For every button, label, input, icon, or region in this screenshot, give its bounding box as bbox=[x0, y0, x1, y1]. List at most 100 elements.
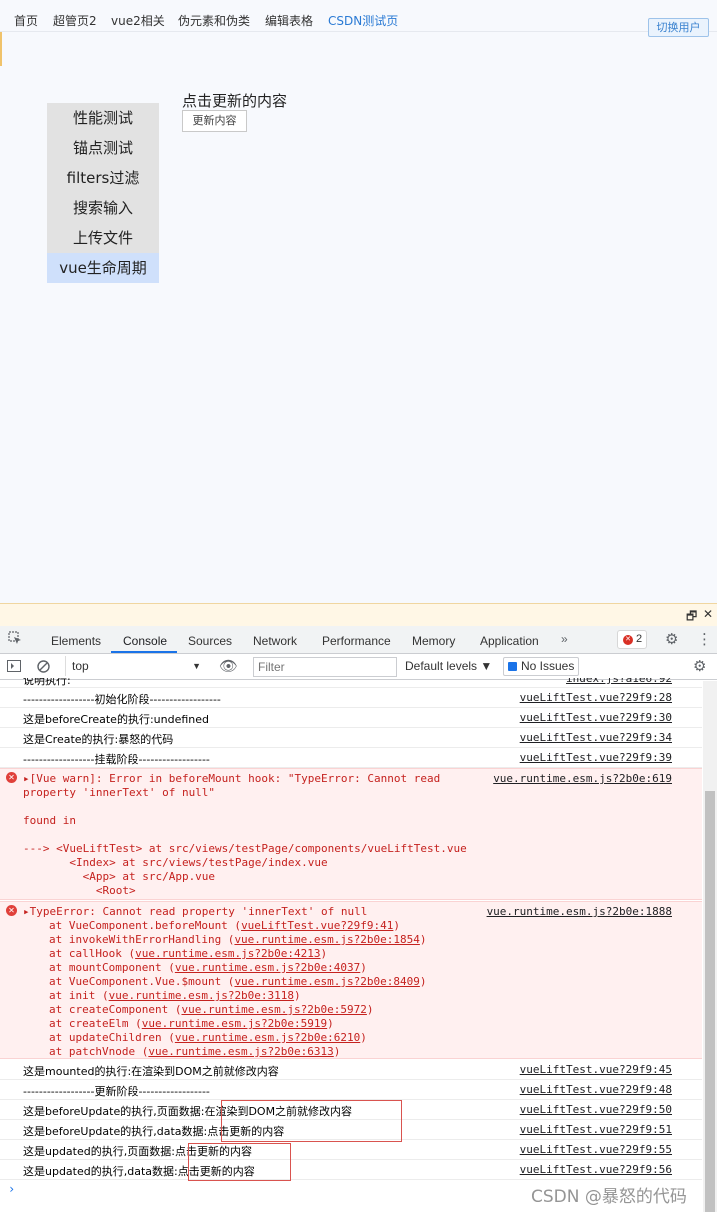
console-source-link[interactable]: vueLiftTest.vue?29f9:56 bbox=[520, 1163, 672, 1176]
console-source-link[interactable]: vueLiftTest.vue?29f9:45 bbox=[520, 1063, 672, 1076]
error-head[interactable]: ▸TypeError: Cannot read property 'innerT… bbox=[23, 905, 367, 918]
paren: ( bbox=[121, 947, 136, 960]
left-accent-bar bbox=[0, 32, 2, 66]
switch-user-button[interactable]: 切换用户 bbox=[648, 18, 709, 37]
paren: ) bbox=[327, 1017, 334, 1030]
stack-function: at VueComponent.beforeMount bbox=[49, 919, 228, 932]
error-line: ---> <VueLiftTest> at src/views/testPage… bbox=[23, 842, 467, 855]
issues-label: No Issues bbox=[521, 659, 575, 673]
log-levels-dropdown[interactable]: Default levels ▼ bbox=[405, 659, 492, 673]
stack-location-link[interactable]: vue.runtime.esm.js?2b0e:3118 bbox=[109, 989, 294, 1002]
paren: ) bbox=[320, 947, 328, 960]
console-source-link[interactable]: vueLiftTest.vue?29f9:34 bbox=[520, 731, 672, 744]
menu-item-anchor[interactable]: 锚点测试 bbox=[47, 133, 159, 163]
stack-function: at patchVnode bbox=[49, 1045, 136, 1058]
more-tabs-icon[interactable]: » bbox=[561, 632, 568, 646]
tab-memory[interactable]: Memory bbox=[412, 634, 455, 648]
stack-location-link[interactable]: vue.runtime.esm.js?2b0e:8409 bbox=[234, 975, 419, 988]
paren: ) bbox=[393, 919, 401, 932]
stack-frame: at mountComponent (vue.runtime.esm.js?2b… bbox=[49, 961, 367, 974]
console-source-link[interactable]: vueLiftTest.vue?29f9:28 bbox=[520, 691, 672, 704]
nav-item-csdn-test[interactable]: CSDN测试页 bbox=[328, 12, 398, 29]
console-source-link[interactable]: vueLiftTest.vue?29f9:55 bbox=[520, 1143, 672, 1156]
stack-location-link[interactable]: vue.runtime.esm.js?2b0e:1854 bbox=[234, 933, 419, 946]
menu-item-filters[interactable]: filters过滤 bbox=[47, 163, 159, 193]
stack-function: at createComponent bbox=[49, 1003, 169, 1016]
nav-item-vue2[interactable]: vue2相关 bbox=[111, 12, 165, 29]
issues-button[interactable]: No Issues bbox=[503, 657, 579, 676]
nav-item-edit-table[interactable]: 编辑表格 bbox=[265, 12, 313, 29]
console-source-link[interactable]: vue.runtime.esm.js?2b0e:619 bbox=[493, 772, 672, 785]
paren: ( bbox=[221, 975, 235, 988]
tab-elements[interactable]: Elements bbox=[51, 634, 101, 648]
stack-location-link[interactable]: vue.runtime.esm.js?2b0e:6313 bbox=[148, 1045, 333, 1058]
console-scrollbar[interactable] bbox=[703, 681, 717, 1212]
undock-icon[interactable]: 🗗 bbox=[686, 607, 697, 628]
error-count: 2 bbox=[636, 633, 643, 645]
dropdown-arrow-icon: ▼ bbox=[192, 661, 201, 671]
console-source-link[interactable]: vueLiftTest.vue?29f9:39 bbox=[520, 751, 672, 764]
paren: ( bbox=[221, 933, 235, 946]
console-source-link[interactable]: index.js?a1e6:92 bbox=[566, 678, 672, 685]
stack-frame: at init (vue.runtime.esm.js?2b0e:3118) bbox=[49, 989, 301, 1002]
context-selector[interactable]: top ▼ bbox=[65, 656, 205, 676]
sidebar-toggle-icon[interactable] bbox=[7, 660, 21, 675]
scrollbar-thumb[interactable] bbox=[705, 791, 715, 1212]
paren: ( bbox=[135, 1045, 149, 1058]
tab-sources[interactable]: Sources bbox=[188, 634, 232, 648]
stack-frame: at VueComponent.Vue.$mount (vue.runtime.… bbox=[49, 975, 427, 988]
console-message: 这是beforeCreate的执行:undefined bbox=[23, 713, 210, 726]
menu-item-upload[interactable]: 上传文件 bbox=[47, 223, 159, 253]
stack-location-link[interactable]: vueLiftTest.vue?29f9:41 bbox=[241, 919, 393, 932]
nav-item-admin-page-2[interactable]: 超管页2 bbox=[53, 12, 97, 29]
context-value: top bbox=[72, 659, 89, 673]
stack-location-link[interactable]: vue.runtime.esm.js?2b0e:5972 bbox=[181, 1003, 366, 1016]
kebab-menu-icon[interactable]: ⋮ bbox=[697, 630, 712, 648]
nav-item-pseudo[interactable]: 伪元素和伪类 bbox=[178, 12, 250, 29]
clear-console-icon[interactable] bbox=[37, 660, 50, 676]
stack-function: at mountComponent bbox=[49, 961, 162, 974]
menu-item-performance[interactable]: 性能测试 bbox=[47, 103, 159, 133]
menu-item-vue-lifecycle[interactable]: vue生命周期 bbox=[47, 253, 159, 283]
paren: ) bbox=[294, 989, 301, 1002]
tab-network[interactable]: Network bbox=[253, 634, 297, 648]
console-source-link[interactable]: vue.runtime.esm.js?2b0e:1888 bbox=[487, 905, 672, 918]
error-count-badge[interactable]: ✕ 2 bbox=[617, 630, 647, 649]
paren: ) bbox=[419, 975, 427, 988]
console-source-link[interactable]: vueLiftTest.vue?29f9:30 bbox=[520, 711, 672, 724]
error-line: <App> at src/App.vue bbox=[23, 870, 216, 883]
stack-location-link[interactable]: vue.runtime.esm.js?2b0e:4213 bbox=[135, 947, 320, 960]
tab-application[interactable]: Application bbox=[480, 634, 539, 648]
console-source-link[interactable]: vueLiftTest.vue?29f9:48 bbox=[520, 1083, 672, 1096]
stack-frame: at callHook (vue.runtime.esm.js?2b0e:421… bbox=[49, 947, 327, 960]
console-error-typeerror: ✕ ▸TypeError: Cannot read property 'inner… bbox=[0, 901, 702, 1059]
paren: ) bbox=[360, 961, 367, 974]
nav-item-home[interactable]: 首页 bbox=[14, 12, 38, 29]
console-settings-gear-icon[interactable]: ⚙ bbox=[693, 657, 706, 675]
console-prompt[interactable]: › bbox=[8, 1182, 15, 1196]
settings-gear-icon[interactable]: ⚙ bbox=[665, 630, 678, 648]
stack-location-link[interactable]: vue.runtime.esm.js?2b0e:6210 bbox=[175, 1031, 360, 1044]
tab-console[interactable]: Console bbox=[123, 634, 167, 648]
console-source-link[interactable]: vueLiftTest.vue?29f9:50 bbox=[520, 1103, 672, 1116]
update-content-button[interactable]: 更新内容 bbox=[182, 110, 247, 132]
devtools-titlebar: 🗗 ✕ bbox=[0, 604, 717, 626]
error-line[interactable]: ▸[Vue warn]: Error in beforeMount hook: … bbox=[23, 772, 440, 785]
stack-location-link[interactable]: vue.runtime.esm.js?2b0e:5919 bbox=[142, 1017, 327, 1030]
paren: ) bbox=[333, 1045, 341, 1058]
stack-function: at createElm bbox=[49, 1017, 129, 1030]
paren: ) bbox=[366, 1003, 374, 1016]
menu-item-search[interactable]: 搜索输入 bbox=[47, 193, 159, 223]
paren: ( bbox=[168, 1003, 182, 1016]
stack-function: at invokeWithErrorHandling bbox=[49, 933, 222, 946]
paren: ( bbox=[161, 1031, 175, 1044]
close-icon[interactable]: ✕ bbox=[703, 607, 713, 621]
filter-input[interactable] bbox=[253, 657, 397, 677]
live-expression-eye-icon[interactable]: 👁 bbox=[219, 657, 238, 675]
error-line: property 'innerText' of null" bbox=[23, 786, 216, 799]
tab-performance[interactable]: Performance bbox=[322, 634, 391, 648]
console-source-link[interactable]: vueLiftTest.vue?29f9:51 bbox=[520, 1123, 672, 1136]
stack-location-link[interactable]: vue.runtime.esm.js?2b0e:4037 bbox=[175, 961, 360, 974]
console-row-partial: 说明执行: index.js?a1e6:92 bbox=[0, 678, 702, 688]
inspect-element-icon[interactable] bbox=[8, 631, 22, 648]
